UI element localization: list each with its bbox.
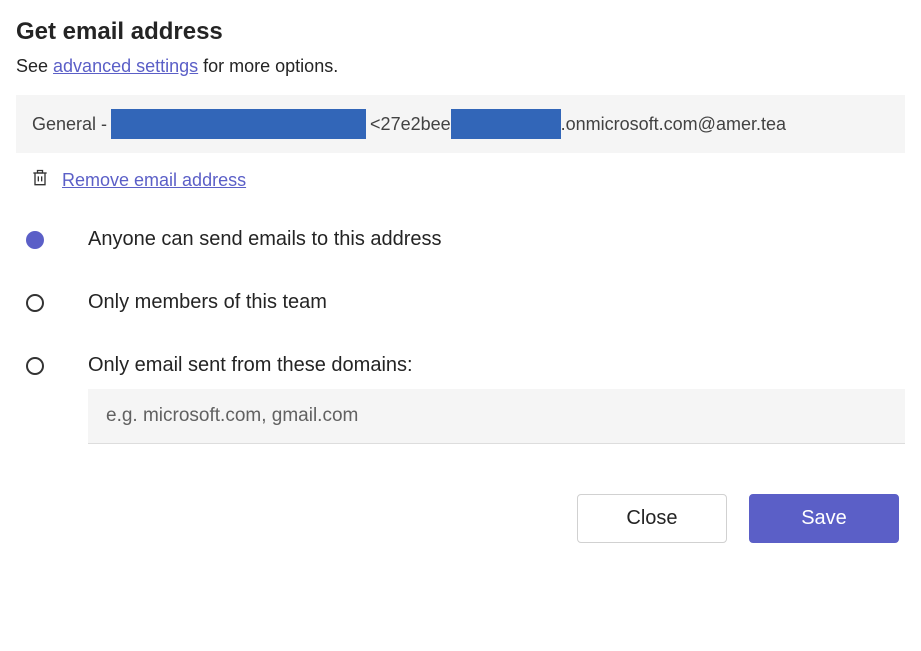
redacted-block [451, 109, 561, 139]
email-address-box[interactable]: General - <27e2bee .onmicrosoft.com@amer.… [16, 95, 905, 153]
subtitle-prefix: See [16, 56, 53, 76]
radio-anyone-label: Anyone can send emails to this address [88, 228, 442, 251]
radio-anyone[interactable]: Anyone can send emails to this address [26, 228, 905, 251]
dialog-subtitle: See advanced settings for more options. [16, 56, 905, 77]
radio-domains[interactable]: Only email sent from these domains: [26, 354, 905, 377]
radio-members-label: Only members of this team [88, 291, 327, 314]
domain-input-wrap [88, 389, 905, 444]
subtitle-suffix: for more options. [198, 56, 338, 76]
remove-email-row[interactable]: Remove email address [30, 167, 905, 194]
email-suffix: .onmicrosoft.com@amer.tea [561, 114, 786, 135]
domain-input[interactable] [88, 389, 905, 444]
redacted-block [111, 109, 366, 139]
email-mid: <27e2bee [370, 114, 451, 135]
radio-members[interactable]: Only members of this team [26, 291, 905, 314]
dialog-title: Get email address [16, 18, 905, 46]
save-button[interactable]: Save [749, 494, 899, 543]
advanced-settings-link[interactable]: advanced settings [53, 56, 198, 76]
remove-email-link[interactable]: Remove email address [62, 170, 246, 191]
radio-selected-icon [26, 231, 44, 249]
radio-domains-label: Only email sent from these domains: [88, 354, 413, 377]
close-button[interactable]: Close [577, 494, 727, 543]
button-row: Close Save [16, 494, 905, 543]
radio-unselected-icon [26, 294, 44, 312]
email-prefix: General - [32, 114, 107, 135]
trash-icon [30, 167, 50, 194]
radio-unselected-icon [26, 357, 44, 375]
